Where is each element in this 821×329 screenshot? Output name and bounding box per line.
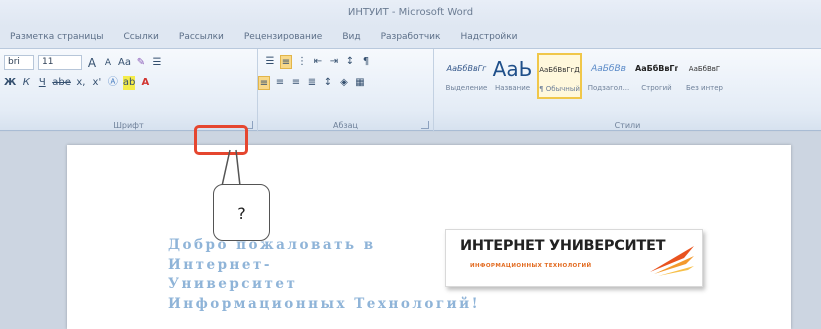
grow-font-button[interactable]: A [86, 56, 98, 70]
superscript-button[interactable]: x' [91, 76, 103, 90]
tab-page-layout[interactable]: Разметка страницы [0, 32, 114, 42]
style-emphasis[interactable]: АаБбВвГг Выделение [444, 53, 489, 99]
italic-button[interactable]: К [20, 76, 32, 90]
style-sample: АаБбВвГг [446, 64, 487, 73]
dialog-launcher-highlight [194, 125, 248, 155]
decrease-indent-icon[interactable]: ⇤ [312, 55, 324, 69]
sort-icon[interactable]: ↕ [344, 55, 356, 69]
question-callout: ? [213, 184, 270, 241]
ribbon-tabs: Разметка страницы Ссылки Рассылки Реценз… [0, 26, 821, 48]
welcome-line: Университет [168, 276, 298, 292]
strikethrough-button[interactable]: abe [52, 76, 71, 90]
bold-button[interactable]: Ж [4, 76, 16, 90]
font-group: bri 11 A A Aa ✎ ☰ Ж К Ч abe x, x' Ⓐ ab A… [0, 49, 258, 132]
style-title[interactable]: АаЬ Название [490, 53, 535, 99]
line-spacing-icon[interactable]: ↕ [322, 76, 334, 90]
increase-indent-icon[interactable]: ⇥ [328, 55, 340, 69]
show-marks-button[interactable]: ¶ [360, 55, 372, 69]
style-name: Без интер [685, 84, 723, 92]
styles-group-label: Стили [614, 121, 641, 130]
numbered-list-icon[interactable]: ≡ [280, 55, 292, 69]
style-sample: АаБбВвГг [635, 64, 678, 73]
style-sample: АаЬ [492, 57, 533, 81]
welcome-line: Добро пожаловать в [168, 237, 376, 253]
logo-subtitle: ИНФОРМАЦИОННЫХ ТЕХНОЛОГИЙ [470, 263, 592, 269]
align-right-icon[interactable]: ≡ [290, 76, 302, 90]
logo-mark-icon [650, 246, 694, 276]
paragraph-group: ☰ ≡ ⋮ ⇤ ⇥ ↕ ¶ ≡ ≡ ≡ ≣ ↕ ◈ ▦ Абзац [258, 49, 434, 132]
style-sample: АаБбВвГ [688, 65, 721, 73]
paragraph-group-label: Абзац [332, 121, 358, 130]
style-subtitle[interactable]: АаБбВв Подзагол... [586, 53, 631, 99]
highlight-button[interactable]: ab [122, 76, 136, 90]
subscript-button[interactable]: x, [75, 76, 87, 90]
callout-text: ? [237, 204, 246, 223]
bullets-icon[interactable]: ☰ [151, 56, 163, 70]
welcome-line: Интернет- [168, 256, 272, 273]
welcome-text: Добро пожаловать в Интернет- Университет… [168, 236, 481, 314]
ribbon: bri 11 A A Aa ✎ ☰ Ж К Ч abe x, x' Ⓐ ab A… [0, 48, 821, 132]
tab-review[interactable]: Рецензирование [234, 32, 332, 42]
style-name: ¶ Обычный [539, 85, 580, 93]
tab-mailings[interactable]: Рассылки [169, 32, 234, 42]
intuit-logo-image[interactable]: ИНТЕРНЕТ УНИВЕРСИТЕТ ИНФОРМАЦИОННЫХ ТЕХН… [445, 229, 703, 287]
justify-icon[interactable]: ≣ [306, 76, 318, 90]
clear-format-icon[interactable]: ✎ [135, 56, 147, 70]
style-normal[interactable]: АаБбВвГгД ¶ Обычный [537, 53, 582, 99]
change-case-button[interactable]: Aa [118, 56, 131, 70]
shrink-font-button[interactable]: A [102, 56, 114, 70]
window-title: ИНТУИТ - Microsoft Word [347, 7, 474, 18]
tab-developer[interactable]: Разработчик [371, 32, 451, 42]
style-sample: АаБбВвГгД [539, 66, 580, 74]
font-size-combo[interactable]: 11 [38, 55, 82, 70]
tab-addins[interactable]: Надстройки [450, 32, 527, 42]
paragraph-dialog-launcher[interactable] [421, 121, 429, 129]
borders-icon[interactable]: ▦ [354, 76, 366, 90]
shading-icon[interactable]: ◈ [338, 76, 350, 90]
bullet-list-icon[interactable]: ☰ [264, 55, 276, 69]
title-bar: ИНТУИТ - Microsoft Word [0, 0, 821, 26]
styles-group: АаБбВвГг Выделение АаЬ Название АаБбВвГг… [434, 49, 821, 132]
multilevel-list-icon[interactable]: ⋮ [296, 55, 308, 69]
style-name: Выделение [445, 84, 488, 92]
tab-view[interactable]: Вид [332, 32, 370, 42]
align-left-icon[interactable]: ≡ [258, 76, 270, 90]
style-name: Название [494, 84, 531, 92]
style-strong[interactable]: АаБбВвГг Строгий [634, 53, 679, 99]
align-center-icon[interactable]: ≡ [274, 76, 286, 90]
logo-title: ИНТЕРНЕТ УНИВЕРСИТЕТ [460, 238, 666, 254]
style-name: Строгий [641, 84, 672, 92]
style-name: Подзагол... [587, 84, 630, 92]
style-no-spacing[interactable]: АаБбВвГ Без интер [682, 53, 727, 99]
welcome-line: Информационных Технологий! [168, 295, 481, 312]
font-name-combo[interactable]: bri [4, 55, 34, 70]
underline-button[interactable]: Ч [36, 76, 48, 90]
style-sample: АаБбВв [591, 64, 626, 74]
tab-references[interactable]: Ссылки [114, 32, 169, 42]
text-effects-icon[interactable]: Ⓐ [107, 76, 119, 90]
font-color-button[interactable]: A [139, 76, 151, 90]
